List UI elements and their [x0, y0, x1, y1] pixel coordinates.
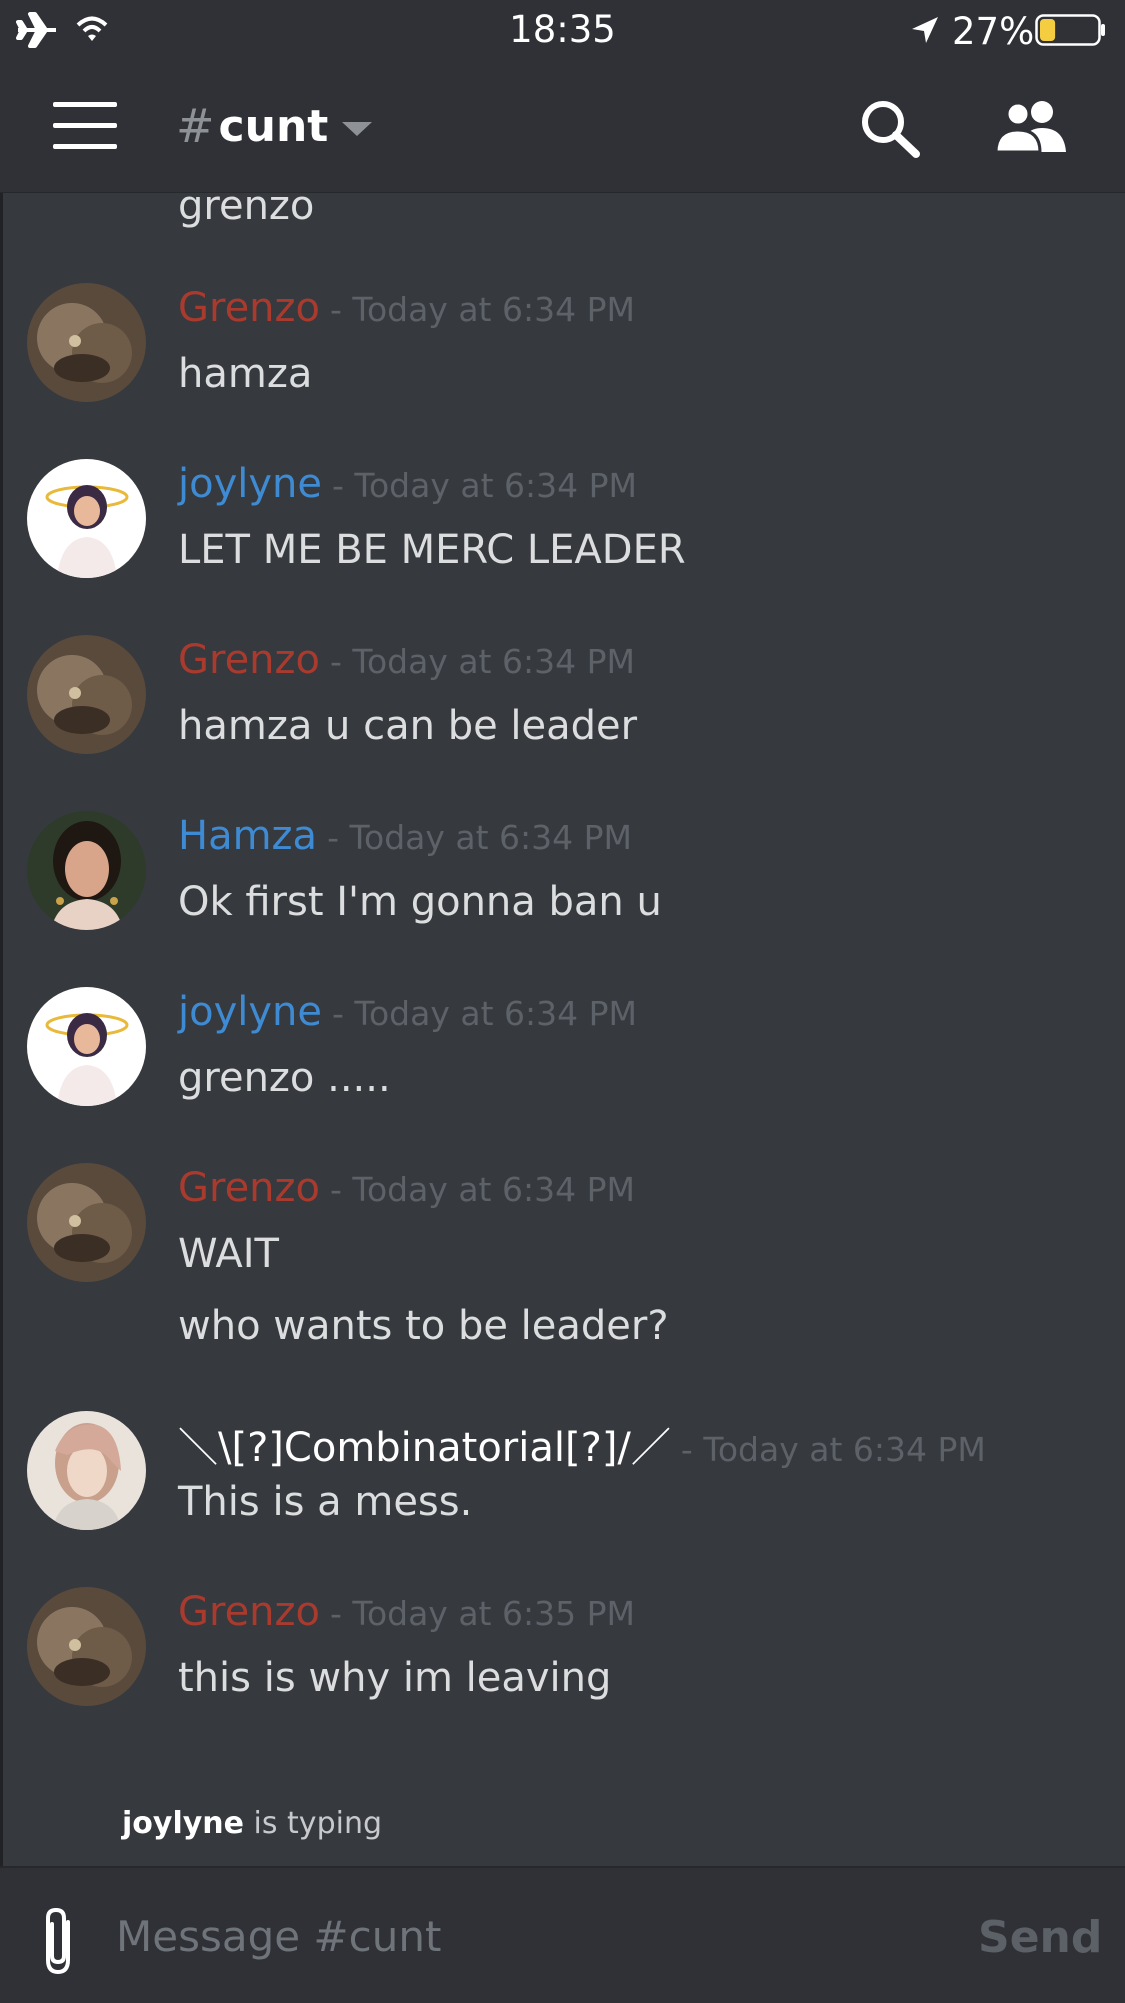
avatar[interactable]	[27, 459, 146, 578]
message-text: who wants to be leader?	[178, 1303, 669, 1349]
message-timestamp: - Today at 6:34 PM	[330, 642, 635, 681]
paperclip-icon[interactable]	[38, 1906, 80, 1978]
message-text: grenzo .....	[178, 1055, 391, 1101]
message-timestamp: - Today at 6:34 PM	[330, 1170, 635, 1209]
typing-suffix: is typing	[253, 1806, 382, 1841]
typing-indicator: joylyne is typing	[122, 1806, 382, 1841]
avatar[interactable]	[27, 1411, 146, 1530]
message-timestamp: - Today at 6:34 PM	[680, 1430, 986, 1469]
message-author[interactable]: Grenzo	[178, 637, 320, 683]
message-author[interactable]: joylyne	[178, 461, 322, 507]
message-text: hamza u can be leader	[178, 703, 638, 749]
message-text: hamza	[178, 351, 313, 397]
message-author[interactable]: Grenzo	[178, 285, 320, 331]
message-timestamp: - Today at 6:34 PM	[330, 290, 635, 329]
menu-button[interactable]	[50, 100, 120, 152]
message-text: This is a mess.	[178, 1479, 473, 1525]
avatar[interactable]	[27, 283, 146, 402]
members-icon[interactable]	[994, 98, 1070, 152]
message-composer: Send	[0, 1866, 1125, 2003]
avatar[interactable]	[27, 987, 146, 1106]
message-author[interactable]: Grenzo	[178, 1165, 320, 1211]
message-author[interactable]: joylyne	[178, 989, 322, 1035]
message-author[interactable]: Hamza	[178, 813, 317, 859]
message-author[interactable]: ＼\[?]Combinatorial[?]/／	[178, 1415, 671, 1473]
channel-title[interactable]: # cunt	[176, 96, 373, 156]
channel-hash: #	[176, 99, 215, 153]
message-text: grenzo	[178, 193, 315, 229]
message-list[interactable]: grenzo Grenzo - Today at 6:34 PM hamza j…	[0, 193, 1125, 1863]
avatar[interactable]	[27, 1587, 146, 1706]
avatar[interactable]	[27, 811, 146, 930]
location-arrow-icon	[912, 17, 938, 43]
message-timestamp: - Today at 6:35 PM	[330, 1594, 635, 1633]
channel-name: cunt	[218, 100, 329, 152]
message-text: Ok first I'm gonna ban u	[178, 879, 662, 925]
message-text: this is why im leaving	[178, 1655, 612, 1701]
message-text: LET ME BE MERC LEADER	[178, 527, 686, 573]
message-input[interactable]	[114, 1900, 938, 1972]
avatar[interactable]	[27, 1163, 146, 1282]
message-author[interactable]: Grenzo	[178, 1589, 320, 1635]
message-timestamp: - Today at 6:34 PM	[332, 466, 637, 505]
avatar[interactable]	[27, 635, 146, 754]
search-icon[interactable]	[858, 98, 922, 158]
typing-user: joylyne	[122, 1806, 244, 1841]
top-bar: 18:35 27% # cunt	[0, 0, 1125, 193]
battery-icon	[1035, 14, 1105, 46]
message-timestamp: - Today at 6:34 PM	[332, 994, 637, 1033]
message-timestamp: - Today at 6:34 PM	[327, 818, 633, 857]
send-button[interactable]: Send	[978, 1912, 1102, 1963]
battery-percent: 27%	[952, 10, 1035, 53]
message-text: WAIT	[178, 1231, 279, 1277]
chevron-down-icon	[342, 122, 373, 136]
